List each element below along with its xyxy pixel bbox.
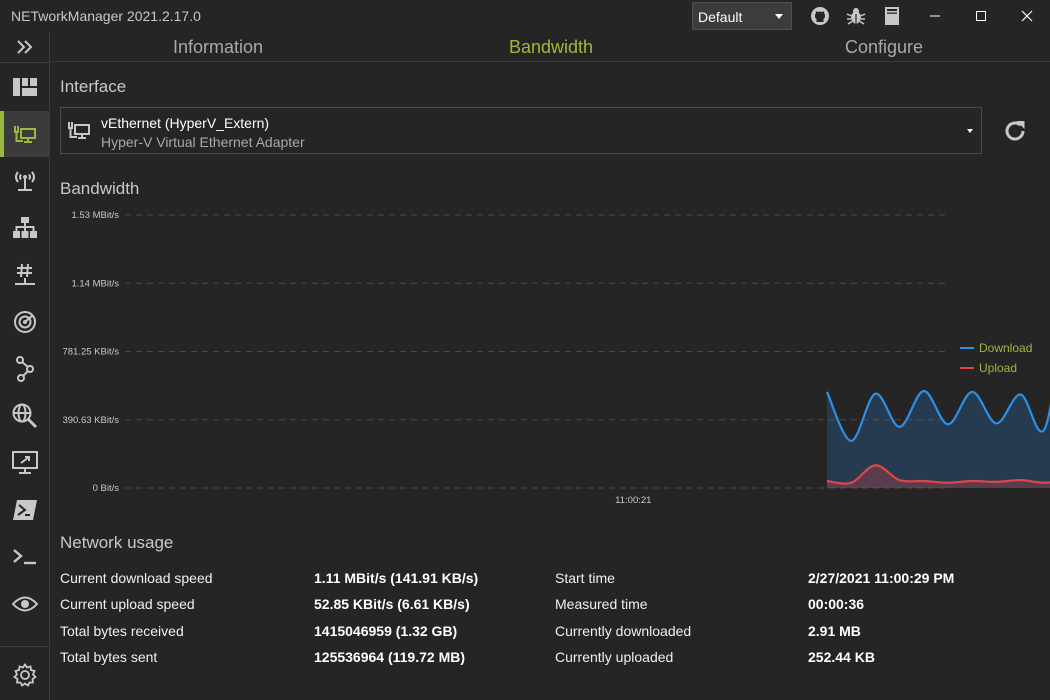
network-topology-icon (12, 217, 37, 238)
sidebar-item-ping-monitor[interactable] (0, 299, 49, 345)
dashboard-icon (12, 78, 37, 96)
hashtag-icon (14, 263, 35, 285)
sidebar-item-settings[interactable] (0, 652, 49, 698)
close-icon (1021, 10, 1033, 22)
chevron-down-icon (967, 129, 973, 133)
eye-icon (11, 596, 38, 612)
wifi-icon (14, 171, 35, 191)
minimize-button[interactable] (912, 0, 958, 32)
usage-value: 2.91 MB (808, 623, 861, 639)
usage-value: 2/27/2021 11:00:29 PM (808, 570, 955, 586)
profile-select-value: Default (698, 9, 743, 25)
maximize-button[interactable] (958, 0, 1004, 32)
chevron-down-icon (775, 14, 783, 19)
interface-description: Hyper-V Virtual Ethernet Adapter (101, 134, 305, 150)
sidebar (0, 32, 50, 700)
y-tick-label: 0 Bit/s (93, 483, 120, 494)
sidebar-item-dashboard[interactable] (0, 64, 49, 110)
app-title: NETworkManager 2021.2.17.0 (11, 8, 201, 24)
bandwidth-chart-svg: 0 Bit/s 390.63 KBit/s 781.25 KBit/s 1.14 MB… (62, 210, 1050, 506)
sidebar-separator (0, 62, 49, 63)
close-button[interactable] (1004, 0, 1050, 32)
usage-label: Measured time (555, 596, 648, 612)
usage-label: Currently uploaded (555, 649, 674, 665)
y-tick-label: 1.14 MBit/s (71, 278, 119, 289)
usage-label: Currently downloaded (555, 623, 692, 639)
remote-desktop-icon (11, 451, 38, 474)
minimize-icon (930, 15, 940, 17)
profile-select[interactable]: Default (692, 2, 792, 30)
bandwidth-section-title: Bandwidth (60, 179, 140, 198)
series-area-download (826, 391, 1050, 488)
bandwidth-chart: 0 Bit/s 390.63 KBit/s 781.25 KBit/s 1.14 MB… (50, 200, 1050, 510)
documentation-icon[interactable] (882, 6, 902, 26)
tab-configure[interactable]: Configure (845, 37, 923, 58)
usage-label: Total bytes received (60, 623, 184, 639)
settings-icon (12, 663, 37, 687)
maximize-icon (976, 11, 986, 21)
bug-icon[interactable] (846, 6, 866, 26)
sidebar-item-network-interface[interactable] (0, 111, 49, 157)
network-interface-icon (13, 126, 36, 143)
tab-bar: Information Bandwidth Configure (50, 32, 1050, 62)
usage-label: Current upload speed (60, 596, 195, 612)
legend-label-download: Download (979, 341, 1032, 355)
sidebar-separator (0, 646, 49, 647)
tab-information[interactable]: Information (173, 37, 263, 58)
terminal-icon (12, 549, 36, 565)
usage-label: Total bytes sent (60, 649, 158, 665)
sidebar-item-remote-desktop[interactable] (0, 440, 49, 486)
sidebar-item-traceroute[interactable] (0, 346, 49, 392)
route-icon (15, 356, 34, 382)
sidebar-item-powershell[interactable] (0, 487, 49, 533)
chevron-double-right-icon (16, 40, 32, 54)
x-tick-label: 11:00:21 (615, 495, 651, 506)
interface-section-title: Interface (60, 77, 127, 96)
powershell-icon (12, 500, 37, 520)
usage-value: 00:00:36 (808, 596, 865, 612)
network-interface-icon (68, 122, 90, 139)
title-bar: NETworkManager 2021.2.17.0 Default (0, 0, 1050, 32)
refresh-icon[interactable] (1002, 118, 1028, 144)
sidebar-item-ip-scanner[interactable] (0, 205, 49, 251)
interface-select[interactable]: vEthernet (HyperV_Extern) Hyper-V Virtua… (60, 107, 982, 154)
usage-value: 1415046959 (1.32 GB) (314, 623, 458, 639)
usage-value: 52.85 KBit/s (6.61 KB/s) (314, 596, 470, 612)
sidebar-item-putty[interactable] (0, 534, 49, 580)
usage-label: Current download speed (60, 570, 213, 586)
sidebar-expand-button[interactable] (0, 32, 49, 62)
usage-value: 125536964 (119.72 MB) (314, 649, 465, 665)
y-tick-label: 1.53 MBit/s (71, 210, 119, 221)
usage-label: Start time (555, 570, 615, 586)
tab-bandwidth[interactable]: Bandwidth (509, 37, 593, 58)
interface-name: vEthernet (HyperV_Extern) (101, 115, 270, 131)
sidebar-item-wifi[interactable] (0, 158, 49, 204)
usage-value: 252.44 KB (808, 649, 875, 665)
legend-label-upload: Upload (979, 361, 1017, 375)
sidebar-item-dns-lookup[interactable] (0, 393, 49, 439)
y-tick-label: 390.63 KBit/s (62, 415, 119, 426)
sidebar-item-tightvnc[interactable] (0, 581, 49, 627)
sidebar-item-port-scanner[interactable] (0, 252, 49, 298)
github-icon[interactable] (810, 6, 830, 26)
usage-value: 1.11 MBit/s (141.91 KB/s) (314, 570, 479, 586)
network-usage-section-title: Network usage (60, 533, 174, 552)
globe-search-icon (12, 403, 37, 429)
radar-icon (13, 311, 36, 333)
y-tick-label: 781.25 KBit/s (62, 347, 119, 358)
